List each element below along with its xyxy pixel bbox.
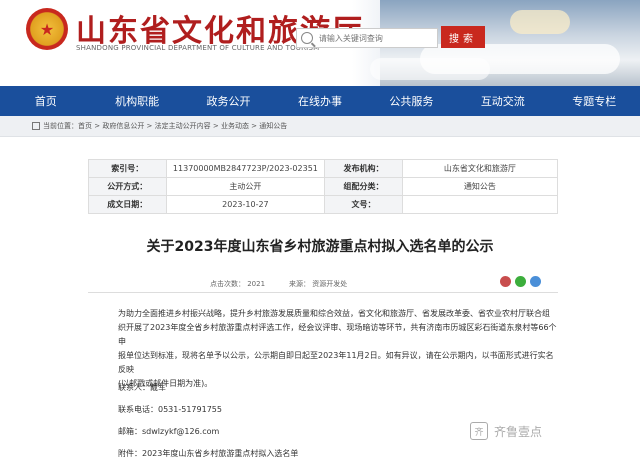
nav-item-functions[interactable]: 机构职能: [91, 93, 182, 109]
nav-item-interaction[interactable]: 互动交流: [457, 93, 548, 109]
nav-item-public-service[interactable]: 公共服务: [366, 93, 457, 109]
publisher-label: 发布机构：: [324, 159, 403, 178]
article-title: 关于2023年度山东省乡村旅游重点村拟入选名单的公示: [146, 239, 494, 255]
breadcrumb-prefix: 当前位置：: [43, 122, 78, 130]
search-box[interactable]: [296, 28, 438, 48]
search-input[interactable]: [316, 32, 437, 44]
search-button[interactable]: 搜索: [441, 26, 485, 48]
article-source: 来源： 资源开发处: [289, 280, 348, 288]
category-value: 通知公告: [401, 177, 559, 196]
doc-number-label: 文号：: [324, 195, 403, 214]
home-icon: [32, 122, 40, 130]
search-icon: [301, 32, 313, 44]
table-row: 索引号： 11370000MB2847723P/2023-02351 发布机构：…: [88, 159, 559, 178]
main-nav: 首页 机构职能 政务公开 在线办事 公共服务 互动交流 专题专栏: [0, 86, 640, 116]
disclosure-label: 公开方式：: [88, 177, 167, 196]
watermark-text: 齐鲁壹点: [494, 424, 543, 439]
table-row: 公开方式： 主动公开 组配分类： 通知公告: [88, 177, 559, 196]
watermark-seal-icon: 齐: [470, 422, 488, 440]
wechat-share-icon[interactable]: [515, 276, 526, 287]
contact-phone: 联系电话：0531-51791755: [118, 405, 222, 414]
index-label: 索引号：: [88, 159, 167, 178]
article-body: 为助力全面推进乡村振兴战略，提升乡村旅游发展质量和综合效益，省文化和旅游厅、省发…: [118, 307, 558, 391]
index-value: 11370000MB2847723P/2023-02351: [165, 159, 326, 178]
table-row: 成文日期： 2023-10-27 文号：: [88, 195, 559, 214]
nav-item-home[interactable]: 首页: [0, 93, 91, 109]
breadcrumb-path[interactable]: 首页 > 政府信息公开 > 法定主动公开内容 > 业务动态 > 通知公告: [78, 121, 287, 131]
watermark: 齐 齐鲁壹点: [470, 422, 542, 440]
contact-email[interactable]: 邮箱：sdwlzykf@126.com: [118, 426, 219, 437]
document-info-table: 索引号： 11370000MB2847723P/2023-02351 发布机构：…: [88, 159, 559, 214]
view-count: 点击次数： 2021: [210, 280, 266, 288]
weibo-share-icon[interactable]: [500, 276, 511, 287]
publisher-value: 山东省文化和旅游厅: [401, 159, 559, 178]
nav-item-online-service[interactable]: 在线办事: [274, 93, 365, 109]
date-label: 成文日期：: [88, 195, 167, 214]
date-value: 2023-10-27: [165, 195, 326, 214]
category-label: 组配分类：: [324, 177, 403, 196]
contact-person: 联系人：戴军: [118, 383, 166, 392]
divider: [88, 292, 558, 293]
article-meta: 点击次数： 2021 来源： 资源开发处: [210, 279, 347, 289]
nav-item-gov-info[interactable]: 政务公开: [183, 93, 274, 109]
body-line: 为助力全面推进乡村振兴战略，提升乡村旅游发展质量和综合效益，省文化和旅游厅、省发…: [118, 309, 550, 318]
nav-item-topics[interactable]: 专题专栏: [549, 93, 640, 109]
site-subtitle: SHANDONG PROVINCIAL DEPARTMENT OF CULTUR…: [76, 44, 320, 52]
qq-share-icon[interactable]: [530, 276, 541, 287]
body-line: 报单位达到标准，现将名单予以公示，公示期自即日起至2023年11月2日。如有异议…: [118, 351, 554, 374]
doc-number-value: [401, 195, 559, 214]
body-line: (以邮戳或邮件日期为准)。: [118, 379, 213, 388]
attachment-link[interactable]: 附件：2023年度山东省乡村旅游重点村拟入选名单: [118, 448, 298, 459]
national-emblem-icon: ★: [26, 8, 68, 50]
site-header: ★ 山东省文化和旅游厅 SHANDONG PROVINCIAL DEPARTME…: [0, 0, 640, 86]
disclosure-value: 主动公开: [165, 177, 326, 196]
share-bar: [500, 276, 541, 287]
breadcrumb: 当前位置： 首页 > 政府信息公开 > 法定主动公开内容 > 业务动态 > 通知…: [0, 116, 640, 137]
body-line: 织开展了2023年度全省乡村旅游重点村评选工作，经会议评审、现场暗访等环节，共有…: [118, 323, 557, 346]
